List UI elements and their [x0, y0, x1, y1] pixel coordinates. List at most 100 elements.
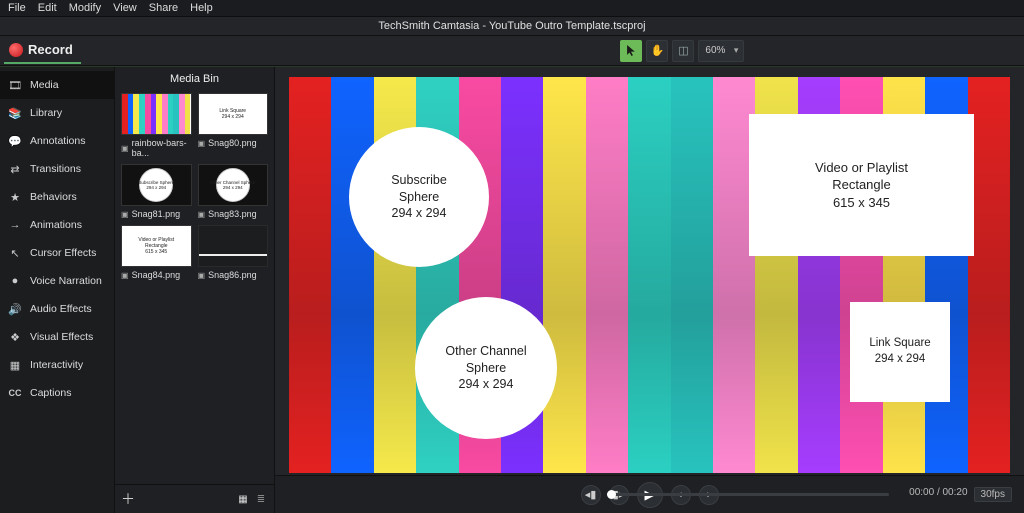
library-icon: 📚 — [8, 106, 22, 120]
media-bin-title: Media Bin — [115, 67, 274, 91]
sidebar-item-behaviors[interactable]: ★ Behaviors — [0, 183, 114, 211]
interactivity-icon: ▦ — [8, 358, 22, 372]
annotations-icon: 💬 — [8, 134, 22, 148]
sidebar-label: Visual Effects — [30, 331, 93, 343]
cursor-effects-icon: ↖ — [8, 246, 22, 260]
sidebar-label: Interactivity — [30, 359, 83, 371]
menu-edit[interactable]: Edit — [38, 2, 57, 14]
media-item[interactable]: ▣rainbow-bars-ba... — [121, 93, 192, 158]
animations-icon: → — [8, 218, 22, 232]
sidebar-item-animations[interactable]: → Animations — [0, 211, 114, 239]
media-item[interactable]: Subscribe Sphere 294 x 294 ▣Snag81.png — [121, 164, 192, 219]
zoom-value: 60% — [705, 45, 725, 56]
visual-effects-icon: ❖ — [8, 330, 22, 344]
prev-frame-icon: ◂▮ — [585, 488, 597, 501]
media-icon: 🎞 — [8, 78, 22, 92]
prev-frame-button[interactable]: ◂▮ — [581, 485, 601, 505]
menu-view[interactable]: View — [113, 2, 137, 14]
image-icon: ▣ — [121, 271, 129, 280]
behaviors-icon: ★ — [8, 190, 22, 204]
media-filename: Snag80.png — [208, 138, 257, 148]
media-item[interactable]: ▣Snag86.png — [198, 225, 269, 280]
sidebar-item-interactivity[interactable]: ▦ Interactivity — [0, 351, 114, 379]
sidebar-label: Transitions — [30, 163, 81, 175]
progress-bar[interactable] — [607, 493, 889, 496]
menu-modify[interactable]: Modify — [69, 2, 101, 14]
menu-file[interactable]: File — [8, 2, 26, 14]
media-thumbnail: Video or Playlist Rectangle 615 x 345 — [121, 225, 192, 267]
canvas-area: Subscribe Sphere 294 x 294 Other Channel… — [275, 67, 1024, 513]
grid-view-button[interactable]: ▦ — [236, 492, 250, 506]
sidebar-label: Animations — [30, 219, 82, 231]
media-filename: Snag81.png — [132, 209, 181, 219]
time-display: 00:00 / 00:20 — [909, 487, 967, 502]
playhead-icon[interactable] — [607, 490, 616, 499]
image-icon: ▣ — [198, 139, 206, 148]
link-square-placeholder[interactable]: Link Square 294 x 294 — [850, 302, 950, 402]
video-playlist-placeholder[interactable]: Video or Playlist Rectangle 615 x 345 — [749, 114, 974, 256]
sidebar-item-media[interactable]: 🎞 Media — [0, 71, 114, 99]
other-channel-sphere-placeholder[interactable]: Other Channel Sphere 294 x 294 — [415, 297, 557, 439]
menu-help[interactable]: Help — [190, 2, 213, 14]
media-item[interactable]: Other Channel Sphere 294 x 294 ▣Snag83.p… — [198, 164, 269, 219]
media-filename: Snag86.png — [208, 270, 257, 280]
sidebar-label: Annotations — [30, 135, 85, 147]
media-thumbnail: Subscribe Sphere 294 x 294 — [121, 164, 192, 206]
sidebar-item-library[interactable]: 📚 Library — [0, 99, 114, 127]
crop-tool-button[interactable]: ◫ — [672, 40, 694, 62]
title-bar: TechSmith Camtasia - YouTube Outro Templ… — [0, 17, 1024, 36]
sidebar-item-transitions[interactable]: ⇄ Transitions — [0, 155, 114, 183]
sidebar-item-annotations[interactable]: 💬 Annotations — [0, 127, 114, 155]
image-icon: ▣ — [121, 144, 129, 153]
sidebar-label: Voice Narration — [30, 275, 102, 287]
media-item[interactable]: Video or Playlist Rectangle 615 x 345 ▣S… — [121, 225, 192, 280]
media-filename: Snag84.png — [132, 270, 181, 280]
crop-icon: ◫ — [678, 44, 688, 57]
preview-canvas[interactable]: Subscribe Sphere 294 x 294 Other Channel… — [289, 77, 1010, 473]
playback-bar: ◂▮ ▮▸ ▶ ‹ › 00:00 / 00:20 30fps — [275, 475, 1024, 513]
add-media-button[interactable]: ＋ — [121, 489, 135, 509]
sidebar-item-voice-narration[interactable]: ● Voice Narration — [0, 267, 114, 295]
sidebar-item-visual-effects[interactable]: ❖ Visual Effects — [0, 323, 114, 351]
media-bin-grid: ▣rainbow-bars-ba... Link Square 294 x 29… — [115, 91, 274, 484]
media-thumbnail — [121, 93, 192, 135]
captions-icon: CC — [8, 386, 22, 400]
sidebar-label: Media — [30, 79, 59, 91]
image-icon: ▣ — [121, 210, 129, 219]
sidebar-label: Audio Effects — [30, 303, 92, 315]
media-filename: rainbow-bars-ba... — [132, 138, 192, 158]
sidebar-label: Captions — [30, 387, 71, 399]
image-icon: ▣ — [198, 210, 206, 219]
media-filename: Snag83.png — [208, 209, 257, 219]
sidebar-label: Cursor Effects — [30, 247, 96, 259]
list-view-button[interactable]: ≣ — [254, 492, 268, 506]
menu-bar: File Edit Modify View Share Help — [0, 0, 1024, 17]
media-bin-panel: Media Bin ▣rainbow-bars-ba... Link Squar… — [115, 67, 275, 513]
sidebar-item-cursor-effects[interactable]: ↖ Cursor Effects — [0, 239, 114, 267]
record-label: Record — [28, 42, 73, 57]
project-title: TechSmith Camtasia - YouTube Outro Templ… — [378, 20, 645, 32]
sidebar-item-audio-effects[interactable]: 🔊 Audio Effects — [0, 295, 114, 323]
sidebar-label: Library — [30, 107, 62, 119]
cursor-icon — [626, 45, 637, 56]
media-item[interactable]: Link Square 294 x 294 ▣Snag80.png — [198, 93, 269, 158]
select-tool-button[interactable] — [620, 40, 642, 62]
tool-sidebar: 🎞 Media 📚 Library 💬 Annotations ⇄ Transition… — [0, 67, 115, 513]
record-button[interactable]: Record — [4, 37, 81, 64]
voice-narration-icon: ● — [8, 274, 22, 288]
media-thumbnail — [198, 225, 269, 267]
fps-display: 30fps — [974, 487, 1012, 502]
media-thumbnail: Link Square 294 x 294 — [198, 93, 269, 135]
hand-icon: ✋ — [651, 44, 665, 57]
sidebar-item-captions[interactable]: CC Captions — [0, 379, 114, 407]
toolbar-row: Record ✋ ◫ 60% — [0, 36, 1024, 66]
media-thumbnail: Other Channel Sphere 294 x 294 — [198, 164, 269, 206]
menu-share[interactable]: Share — [149, 2, 178, 14]
record-icon — [9, 43, 23, 57]
subscribe-sphere-placeholder[interactable]: Subscribe Sphere 294 x 294 — [349, 127, 489, 267]
pan-tool-button[interactable]: ✋ — [646, 40, 668, 62]
audio-effects-icon: 🔊 — [8, 302, 22, 316]
zoom-select[interactable]: 60% — [698, 40, 744, 62]
sidebar-label: Behaviors — [30, 191, 77, 203]
transitions-icon: ⇄ — [8, 162, 22, 176]
